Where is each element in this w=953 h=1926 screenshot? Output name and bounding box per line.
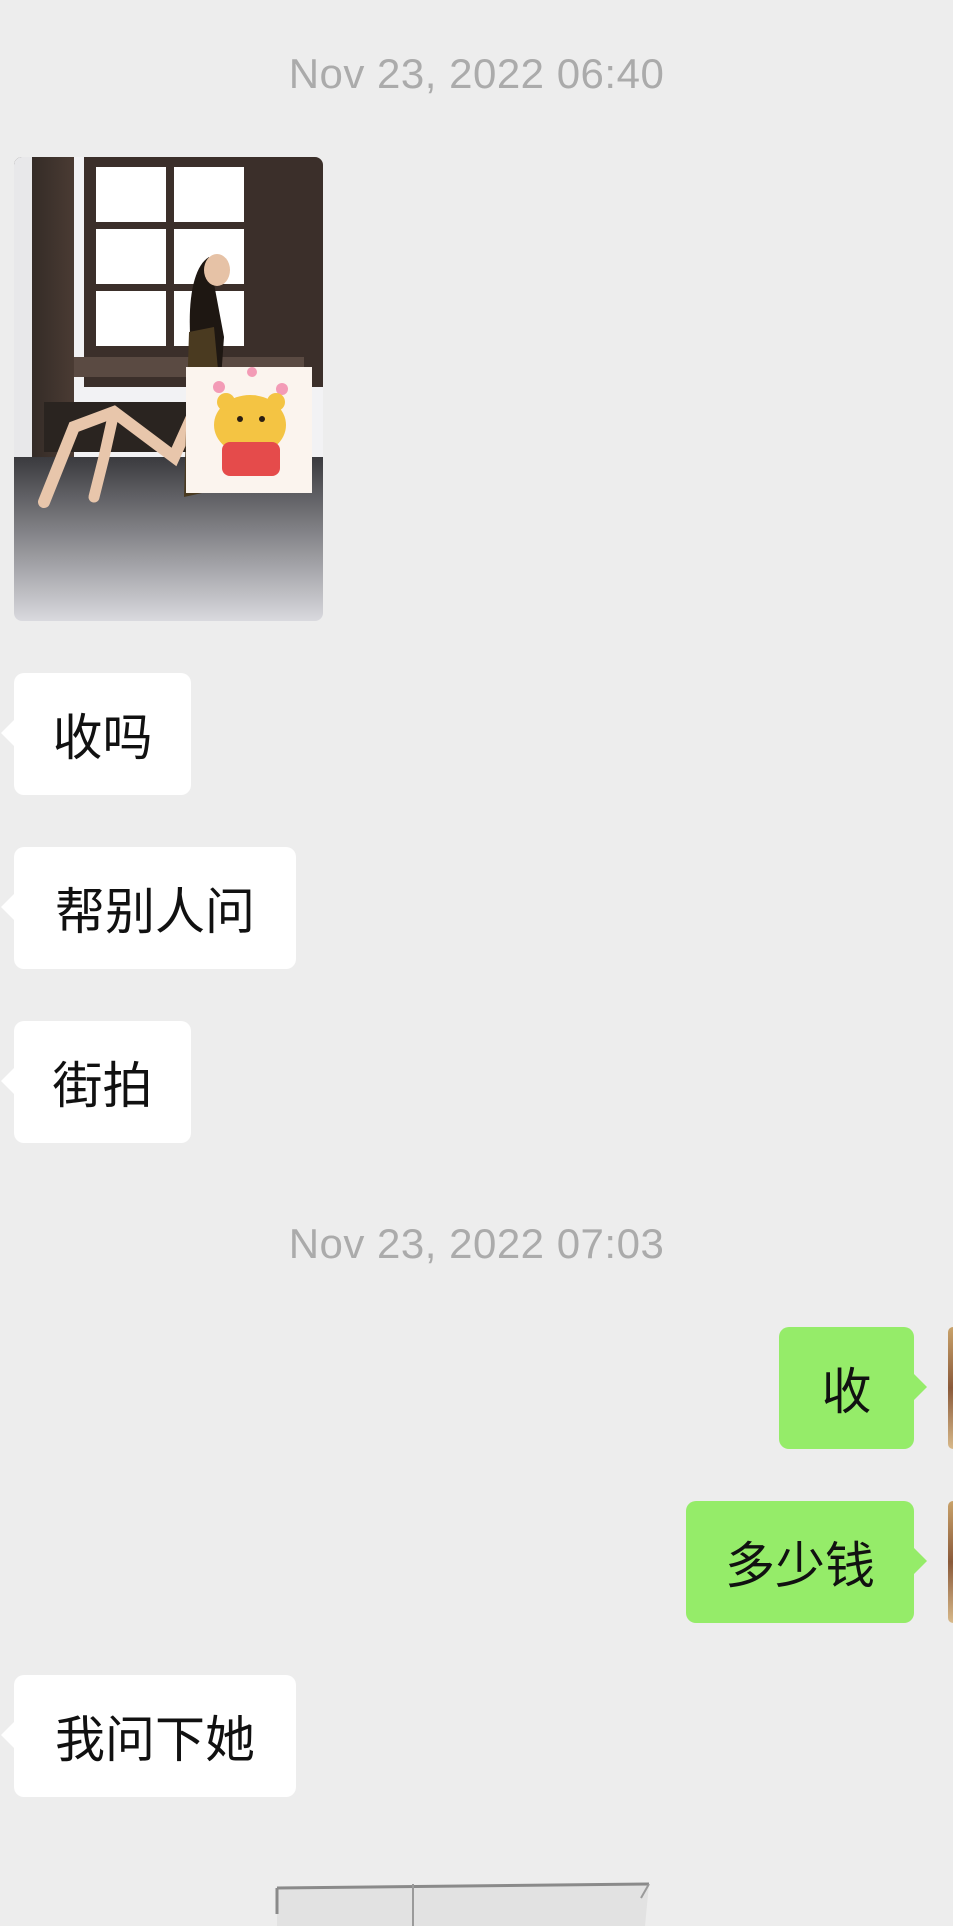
image-message-partial[interactable] <box>275 1878 653 1926</box>
partial-image-thumbnail <box>275 1878 653 1926</box>
avatar[interactable] <box>948 1327 953 1449</box>
incoming-message[interactable]: 收吗 <box>1 673 191 795</box>
message-timestamp: Nov 23, 2022 07:03 <box>288 1220 665 1267</box>
image-message[interactable] <box>14 157 323 621</box>
chat-area[interactable]: Nov 23, 2022 06:40 收吗 帮别人问 街拍 Nov 23, 20… <box>0 0 953 1926</box>
incoming-message[interactable]: 我问下她 <box>1 1675 296 1797</box>
message-timestamp: Nov 23, 2022 06:40 <box>288 50 665 97</box>
photo-thumbnail <box>14 157 323 621</box>
avatar[interactable] <box>948 1501 953 1623</box>
incoming-message[interactable]: 街拍 <box>1 1021 191 1143</box>
outgoing-message[interactable]: 多少钱 <box>686 1501 927 1623</box>
outgoing-message[interactable]: 收 <box>779 1327 927 1449</box>
incoming-message[interactable]: 帮别人问 <box>1 847 296 969</box>
